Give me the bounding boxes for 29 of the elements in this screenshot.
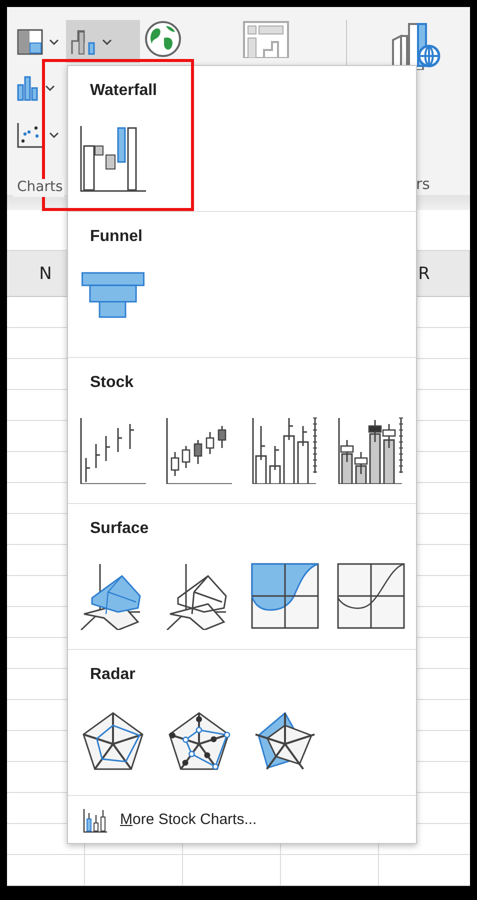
- column-chart-icon: [17, 74, 39, 100]
- stock-chart-icon: [82, 806, 108, 832]
- chart-layout-icon: [17, 28, 43, 54]
- chevron-icon: [45, 84, 55, 90]
- menu-item[interactable]: More Stock Charts...: [68, 800, 263, 838]
- column-header[interactable]: N: [39, 264, 52, 284]
- waterfall-chart-button[interactable]: [66, 20, 140, 63]
- section-title: Radar: [90, 666, 136, 685]
- waterfall-chart-icon: [70, 28, 96, 54]
- section-title: Funnel: [90, 228, 142, 247]
- scatter-chart-icon: [17, 122, 43, 148]
- globe-icon: [144, 20, 182, 58]
- wireframe-contour-icon[interactable]: [336, 562, 406, 630]
- column-header[interactable]: R: [418, 264, 430, 284]
- stock-chart-icon[interactable]: [78, 416, 148, 484]
- pivot-chart-icon: [242, 20, 290, 58]
- candlestick-chart-icon[interactable]: [164, 416, 234, 484]
- volume-stock-chart-icon[interactable]: [250, 416, 320, 484]
- group-label: rs: [416, 175, 430, 195]
- contour-chart-icon[interactable]: [250, 562, 320, 630]
- chevron-icon: [49, 132, 59, 138]
- chevron-icon: [49, 38, 59, 44]
- chevron-icon: [102, 38, 112, 44]
- group-label: Charts: [13, 179, 64, 197]
- waterfall-chart-icon[interactable]: [78, 124, 148, 192]
- section-title: Surface: [90, 520, 149, 539]
- section-title: Stock: [90, 374, 134, 393]
- volume-candlestick-chart-icon[interactable]: [336, 416, 406, 484]
- section-title: Waterfall: [90, 82, 157, 101]
